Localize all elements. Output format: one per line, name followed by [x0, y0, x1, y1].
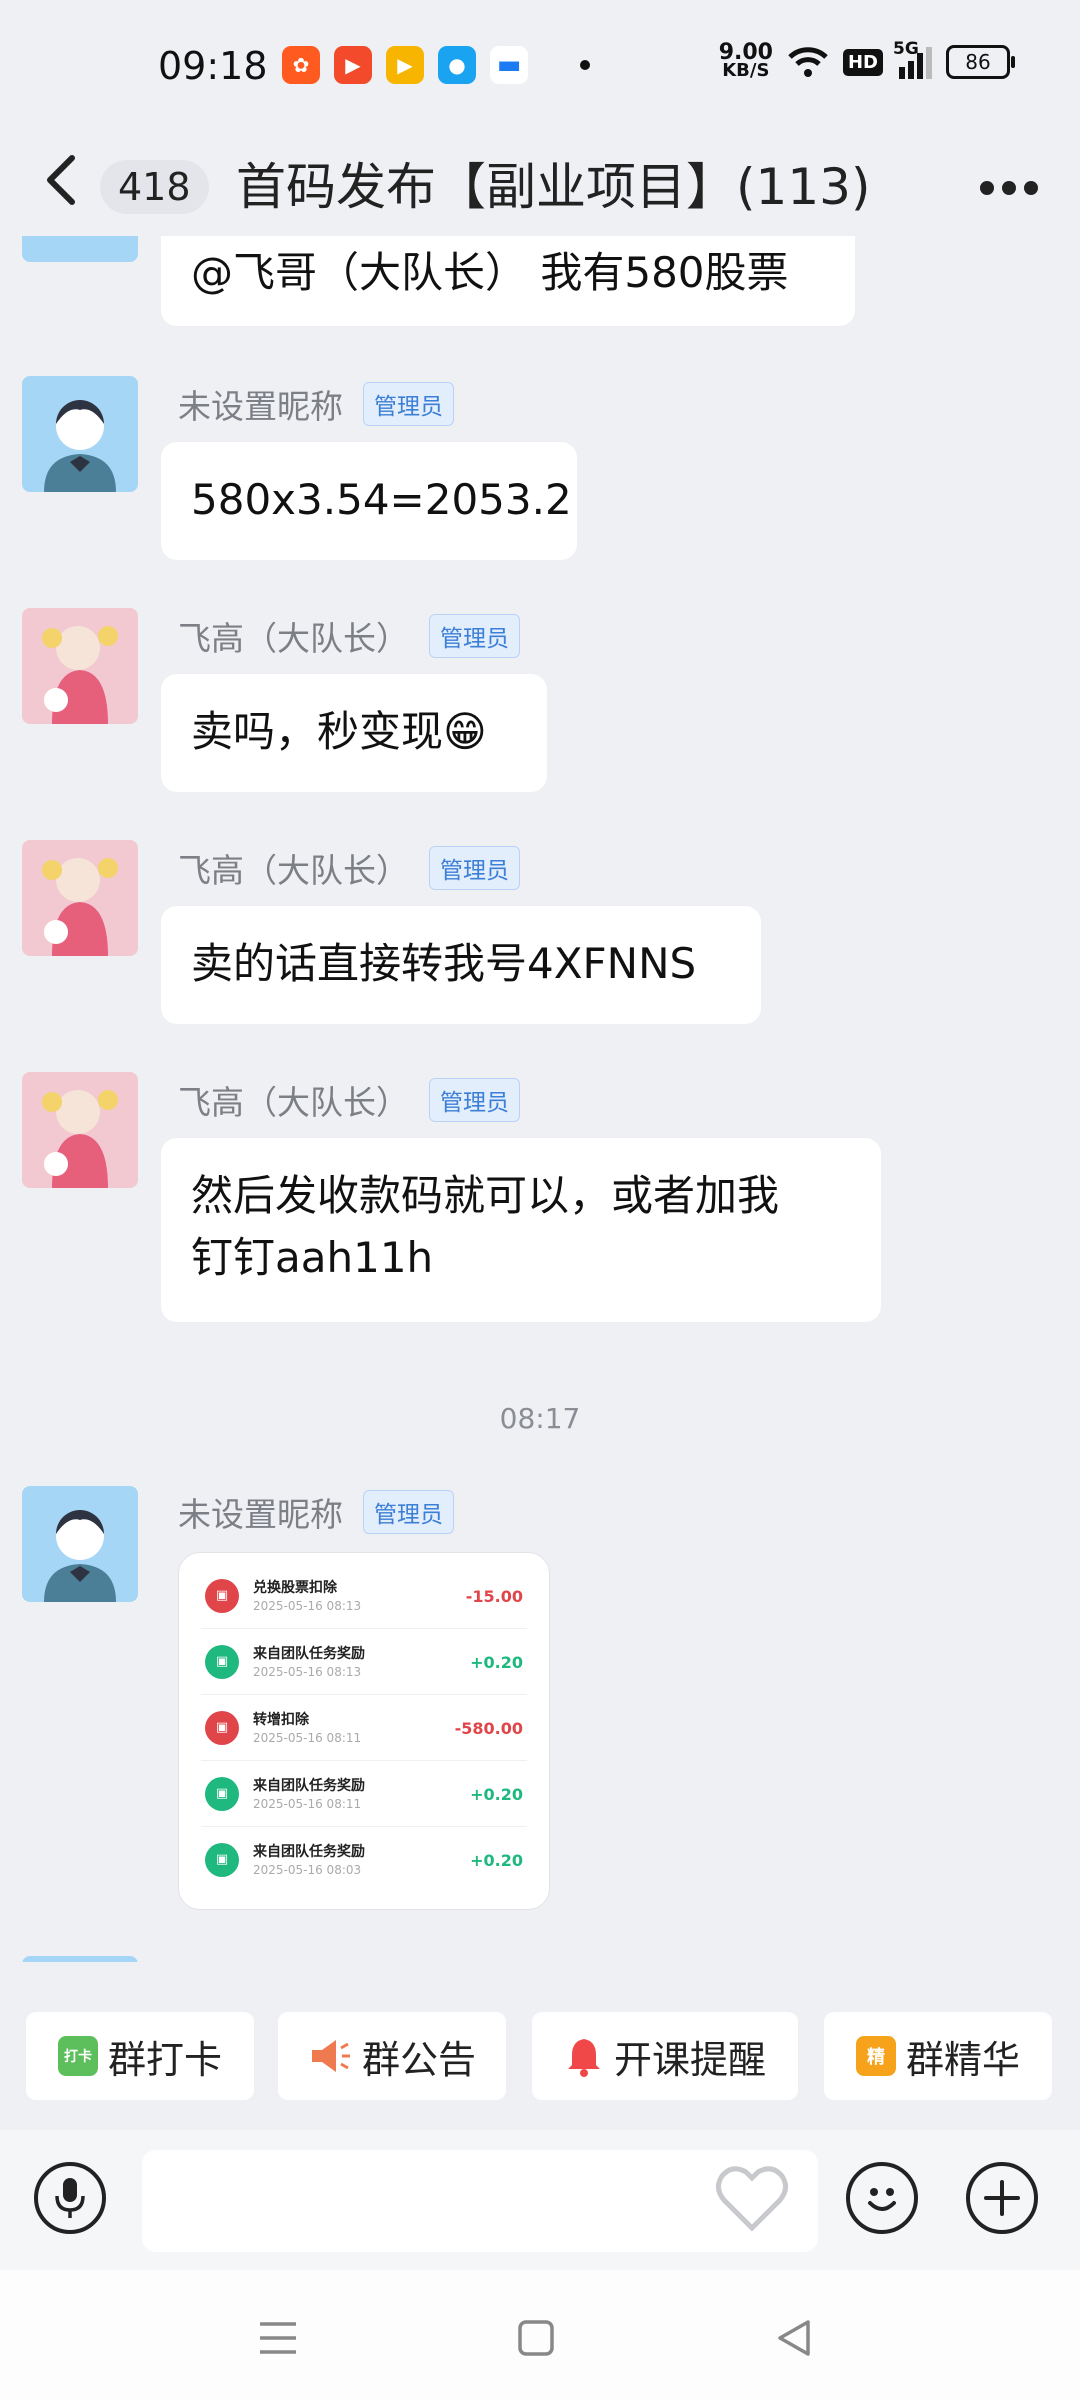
essence-icon: 精 [855, 2036, 896, 2076]
message-bubble[interactable]: 卖吗，秒变现😁 [161, 674, 547, 792]
sender-row: 未设置昵称 管理员 [178, 1488, 454, 1536]
bell-icon [567, 2039, 600, 2077]
qq-app-icon: ● [438, 46, 476, 84]
sender-row: 飞高（大队长） 管理员 [178, 844, 520, 892]
emoji-icon[interactable] [846, 2162, 918, 2234]
sender-row: 飞高（大队长） 管理员 [178, 1076, 520, 1124]
ticket-icon: ▣ [205, 1711, 239, 1745]
ticket-icon: ▣ [205, 1579, 239, 1613]
message-bubble[interactable]: @飞哥（大队长） 我有580股票 [161, 236, 855, 326]
hd-badge: HD [842, 48, 883, 76]
admin-badge: 管理员 [363, 382, 454, 426]
transaction-row: ▣ 转增扣除 2025-05-16 08:11 -580.00 [201, 1695, 527, 1761]
unread-count-badge[interactable]: 418 [100, 160, 209, 214]
admin-badge: 管理员 [429, 614, 520, 658]
notification-icons: ✿ ▶ ▶ ● ▬ [282, 46, 590, 84]
wifi-icon [788, 47, 828, 77]
back-icon[interactable] [40, 150, 100, 220]
kuaishou-app-icon: ✿ [282, 46, 320, 84]
status-bar: 09:18 ✿ ▶ ▶ ● ▬ 9.00 KB/S HD 5G 86 [0, 0, 1080, 140]
ticket-icon: ▣ [205, 1843, 239, 1877]
group-quick-actions: 打卡 群打卡 群公告 开课提醒 精 群精华 [0, 1962, 1080, 2110]
group-announcement-button[interactable]: 群公告 [278, 2012, 506, 2100]
more-notifications-dot [580, 60, 590, 70]
message-bubble[interactable]: 580x3.54=2053.2 [161, 442, 577, 560]
sender-row: 未设置昵称 管理员 [178, 380, 454, 428]
more-options-icon[interactable] [974, 168, 1044, 208]
wallet-app-icon: ▬ [490, 46, 528, 84]
avatar[interactable] [22, 1486, 138, 1602]
chat-title[interactable]: 首码发布【副业项目】(113) [236, 144, 870, 230]
signal-icon: 5G [893, 39, 932, 79]
sender-name: 未设置昵称 [178, 387, 343, 426]
message-timestamp: 08:17 [499, 1402, 581, 1435]
admin-badge: 管理员 [429, 846, 520, 890]
heart-icon[interactable] [714, 2164, 790, 2234]
home-icon[interactable] [506, 2308, 566, 2368]
youku-app-icon: ▶ [386, 46, 424, 84]
avatar[interactable] [22, 608, 138, 724]
ticket-icon: ▣ [205, 1645, 239, 1679]
avatar[interactable] [22, 376, 138, 492]
sender-name: 飞高（大队长） [178, 1083, 409, 1122]
transaction-row: ▣ 兑换股票扣除 2025-05-16 08:13 -15.00 [201, 1563, 527, 1629]
sender-name: 未设置昵称 [178, 1495, 343, 1534]
message-bubble[interactable]: 然后发收款码就可以，或者加我 钉钉aah11h [161, 1138, 881, 1322]
group-essence-button[interactable]: 精 群精华 [824, 2012, 1052, 2100]
video-app-icon: ▶ [334, 46, 372, 84]
message-list[interactable]: @飞哥（大队长） 我有580股票 未设置昵称 管理员 580x3.54=2053… [0, 236, 1080, 1962]
plus-icon[interactable] [966, 2162, 1038, 2234]
avatar[interactable] [22, 840, 138, 956]
net-speed: 9.00 KB/S [718, 40, 773, 81]
image-message[interactable]: ▣ 兑换股票扣除 2025-05-16 08:13 -15.00 ▣ 来自团队任… [178, 1552, 550, 1910]
chat-header: 418 首码发布【副业项目】(113) [0, 140, 1080, 236]
admin-badge: 管理员 [429, 1078, 520, 1122]
avatar[interactable] [22, 236, 138, 262]
message-input-bar [0, 2130, 1080, 2270]
status-time: 09:18 [158, 44, 268, 88]
transaction-row: ▣ 来自团队任务奖励 2025-05-16 08:13 +0.20 [201, 1629, 527, 1695]
transaction-row: ▣ 来自团队任务奖励 2025-05-16 08:03 +0.20 [201, 1827, 527, 1892]
sender-name: 飞高（大队长） [178, 851, 409, 890]
class-reminder-button[interactable]: 开课提醒 [532, 2012, 798, 2100]
megaphone-icon [311, 2040, 350, 2072]
checkin-calendar-icon: 打卡 [57, 2036, 98, 2076]
admin-badge: 管理员 [363, 1490, 454, 1534]
avatar[interactable] [22, 1072, 138, 1188]
transaction-row: ▣ 来自团队任务奖励 2025-05-16 08:11 +0.20 [201, 1761, 527, 1827]
system-nav-bar [0, 2270, 1080, 2400]
menu-icon[interactable] [248, 2308, 308, 2368]
voice-input-icon[interactable] [34, 2162, 106, 2234]
back-nav-icon[interactable] [764, 2308, 824, 2368]
message-bubble[interactable]: 卖的话直接转我号4XFNNS [161, 906, 761, 1024]
battery-icon: 86 [946, 45, 1015, 79]
ticket-icon: ▣ [205, 1777, 239, 1811]
sender-name: 飞高（大队长） [178, 619, 409, 658]
sender-row: 飞高（大队长） 管理员 [178, 612, 520, 660]
group-checkin-button[interactable]: 打卡 群打卡 [26, 2012, 254, 2100]
